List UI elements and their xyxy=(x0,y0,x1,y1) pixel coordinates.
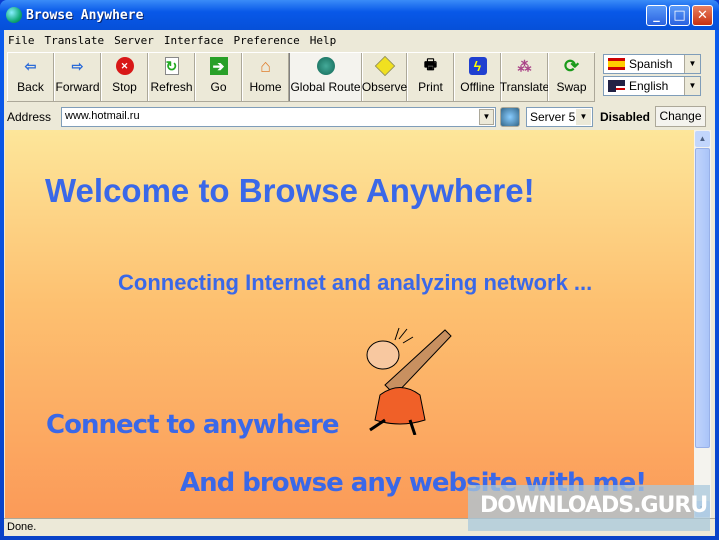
chevron-down-icon[interactable]: ▼ xyxy=(684,55,700,73)
window-title: Browse Anywhere xyxy=(26,8,144,23)
app-window: Browse Anywhere _ □ ✕ File Translate Ser… xyxy=(0,0,719,540)
menu-preference[interactable]: Preference xyxy=(229,32,305,50)
menu-file[interactable]: File xyxy=(4,32,41,50)
print-button[interactable]: 🖶 Print xyxy=(407,53,454,101)
menu-server[interactable]: Server xyxy=(110,32,160,50)
forward-arrow-icon: ⇨ xyxy=(71,57,84,74)
globe-icon xyxy=(316,57,335,75)
chevron-down-icon[interactable]: ▼ xyxy=(684,77,700,95)
source-language-value: Spanish xyxy=(629,57,673,71)
lightning-icon: ϟ xyxy=(468,57,487,75)
server-value: Server 5 xyxy=(530,110,576,124)
us-flag-icon xyxy=(608,80,625,92)
status-label: Disabled xyxy=(600,110,651,124)
scroll-up-icon[interactable]: ▲ xyxy=(695,131,710,147)
translate-button[interactable]: ⁂ Translate xyxy=(499,53,550,101)
print-label: Print xyxy=(418,80,443,94)
app-globe-icon xyxy=(6,7,22,23)
caveman-illustration xyxy=(366,327,452,435)
menu-help[interactable]: Help xyxy=(306,32,343,50)
menu-interface[interactable]: Interface xyxy=(160,32,230,50)
connecting-text: Connecting Internet and analyzing networ… xyxy=(118,270,593,295)
back-arrow-icon: ⇦ xyxy=(24,57,37,74)
target-language-select[interactable]: English ▼ xyxy=(603,76,701,96)
welcome-heading: Welcome to Browse Anywhere! xyxy=(45,172,535,209)
global-route-label: Global Route xyxy=(290,80,361,94)
observe-button[interactable]: Observe xyxy=(362,53,407,101)
menu-translate[interactable]: Translate xyxy=(41,32,111,50)
server-select[interactable]: Server 5 ▼ xyxy=(526,107,593,127)
address-value: www.hotmail.ru xyxy=(65,110,140,122)
home-label: Home xyxy=(249,80,282,94)
go-icon: ➔ xyxy=(209,57,228,75)
minimize-button[interactable]: _ xyxy=(646,5,667,26)
stop-label: Stop xyxy=(112,80,137,94)
swap-button[interactable]: ⟳ Swap xyxy=(548,53,595,101)
connect-text: Connect to anywhere xyxy=(46,410,339,440)
client-area: File Translate Server Interface Preferen… xyxy=(4,30,715,536)
source-language-select[interactable]: Spanish ▼ xyxy=(603,54,701,74)
translate-icon: ⁂ xyxy=(517,57,532,74)
title-bar: Browse Anywhere _ □ ✕ xyxy=(0,0,719,30)
home-icon: ⌂ xyxy=(260,55,271,76)
back-button[interactable]: ⇦ Back xyxy=(7,53,54,101)
global-route-button[interactable]: Global Route xyxy=(289,53,362,101)
address-input[interactable]: www.hotmail.ru ▼ xyxy=(61,107,496,127)
printer-icon: 🖶 xyxy=(423,56,438,72)
change-button[interactable]: Change xyxy=(655,106,706,127)
address-label: Address xyxy=(7,110,52,124)
satellite-icon[interactable] xyxy=(500,107,520,127)
scrollbar-thumb[interactable] xyxy=(695,148,710,448)
go-label: Go xyxy=(210,80,227,94)
chevron-down-icon[interactable]: ▼ xyxy=(576,109,591,125)
observe-icon xyxy=(374,55,395,77)
spain-flag-icon xyxy=(608,58,625,70)
menu-bar: File Translate Server Interface Preferen… xyxy=(4,32,342,50)
watermark: DOWNLOADS.GURU xyxy=(468,485,710,531)
swap-icon: ⟳ xyxy=(563,55,580,76)
go-button[interactable]: ➔ Go xyxy=(195,53,242,101)
toolbar: ⇦ Back ⇨ Forward ✕ Stop ↻ Refresh ➔ Go ⌂ Home … xyxy=(7,52,595,102)
forward-button[interactable]: ⇨ Forward xyxy=(54,53,101,101)
offline-button[interactable]: ϟ Offline xyxy=(454,53,501,101)
target-language-value: English xyxy=(629,79,669,93)
refresh-icon: ↻ xyxy=(164,57,179,75)
forward-label: Forward xyxy=(55,80,100,94)
vertical-scrollbar[interactable]: ▲ ▼ xyxy=(694,130,711,518)
back-label: Back xyxy=(17,80,44,94)
address-bar: Address www.hotmail.ru ▼ Server 5 ▼ Disabl… xyxy=(4,106,715,128)
refresh-button[interactable]: ↻ Refresh xyxy=(148,53,195,101)
browser-content: Welcome to Browse Anywhere! Connecting I… xyxy=(5,130,694,518)
swap-label: Swap xyxy=(556,80,587,94)
translate-label: Translate xyxy=(499,80,550,94)
address-dropdown-button[interactable]: ▼ xyxy=(479,109,494,125)
home-button[interactable]: ⌂ Home xyxy=(242,53,289,101)
offline-label: Offline xyxy=(460,80,495,94)
stop-button[interactable]: ✕ Stop xyxy=(101,53,148,101)
observe-label: Observe xyxy=(361,80,408,94)
stop-icon: ✕ xyxy=(115,57,134,75)
close-button[interactable]: ✕ xyxy=(692,5,713,26)
refresh-label: Refresh xyxy=(150,80,193,94)
maximize-button[interactable]: □ xyxy=(669,5,690,26)
